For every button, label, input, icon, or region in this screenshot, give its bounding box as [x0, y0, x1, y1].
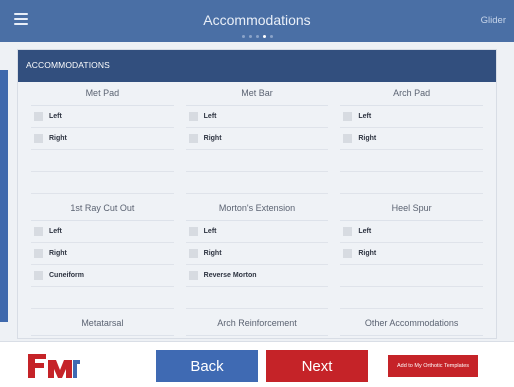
option-row[interactable]: Right	[31, 243, 174, 265]
option-label: Right	[203, 135, 222, 142]
checkbox-icon[interactable]	[188, 134, 198, 143]
panel-title: ACCOMMODATIONS	[18, 50, 496, 82]
column-title: Met Pad	[31, 82, 174, 106]
checkbox-icon[interactable]	[343, 249, 353, 258]
checkbox-icon[interactable]	[188, 271, 198, 280]
option-label: Right	[203, 250, 222, 257]
column-title: Metatarsal	[31, 312, 174, 336]
accommodation-section: Met Pad Left Right Met Bar Left Right Arch Pad…	[18, 82, 496, 194]
checkbox-icon[interactable]	[34, 112, 43, 121]
next-button[interactable]: Next	[266, 350, 368, 382]
accommodation-column: Metatarsal	[31, 312, 174, 336]
option-label: Left	[49, 228, 62, 235]
option-label: Left	[358, 113, 372, 120]
checkbox-icon[interactable]	[34, 249, 43, 258]
column-title: 1st Ray Cut Out	[31, 197, 174, 221]
glider-link[interactable]: Glider	[481, 15, 506, 26]
empty-row	[31, 287, 174, 309]
option-row[interactable]: Left	[340, 106, 483, 128]
empty-row	[340, 172, 483, 194]
accommodation-section: 1st Ray Cut Out Left Right Cuneiform Morton'…	[18, 197, 496, 309]
back-button[interactable]: Back	[156, 350, 258, 382]
accommodation-sections: Met Pad Left Right Met Bar Left Right Arch Pad…	[18, 82, 496, 336]
empty-row	[340, 287, 483, 309]
option-row[interactable]: Right	[185, 243, 329, 265]
empty-row	[340, 150, 483, 172]
empty-row	[185, 150, 329, 172]
page-indicator	[0, 35, 514, 38]
checkbox-icon[interactable]	[343, 112, 353, 121]
option-label: Left	[49, 113, 62, 120]
option-label: Left	[358, 228, 372, 235]
accommodation-column: Met Bar Left Right	[185, 82, 329, 194]
side-drawer-edge[interactable]	[0, 70, 8, 322]
column-title: Arch Pad	[340, 82, 483, 106]
accommodation-column: Arch Reinforcement	[185, 312, 329, 336]
accommodations-panel: ACCOMMODATIONS Met Pad Left Right Met Bar Le…	[17, 49, 497, 339]
empty-row	[185, 287, 329, 309]
option-row[interactable]: Left	[340, 221, 483, 243]
option-label: Reverse Morton	[203, 272, 257, 279]
option-label: Cuneiform	[49, 272, 84, 279]
accommodation-section: Metatarsal Arch Reinforcement Other Accomm…	[18, 312, 496, 336]
option-row[interactable]: Cuneiform	[31, 265, 174, 287]
page-title: Accommodations	[203, 12, 311, 28]
option-label: Right	[49, 250, 67, 257]
empty-row	[31, 172, 174, 194]
option-row[interactable]: Left	[31, 106, 174, 128]
option-row[interactable]: Right	[31, 128, 174, 150]
option-row[interactable]: Left	[31, 221, 174, 243]
checkbox-icon[interactable]	[34, 227, 43, 236]
checkbox-icon[interactable]	[343, 134, 353, 143]
option-row[interactable]: Reverse Morton	[185, 265, 329, 287]
accommodation-column: Other Accommodations	[340, 312, 483, 336]
option-row[interactable]: Left	[185, 221, 329, 243]
option-row[interactable]: Right	[340, 128, 483, 150]
column-title: Other Accommodations	[340, 312, 483, 336]
option-label: Left	[203, 228, 217, 235]
empty-row	[31, 150, 174, 172]
option-label: Right	[49, 135, 67, 142]
empty-row	[185, 172, 329, 194]
top-bar: Accommodations Glider	[0, 0, 514, 42]
accommodation-column: Morton's Extension Left Right Reverse Morto…	[185, 197, 329, 309]
checkbox-icon[interactable]	[343, 227, 353, 236]
option-row[interactable]: Right	[340, 243, 483, 265]
accommodation-column: Arch Pad Left Right	[340, 82, 483, 194]
add-to-templates-button[interactable]: Add to My Orthotic Templates	[388, 355, 478, 377]
option-label: Left	[203, 113, 217, 120]
checkbox-icon[interactable]	[188, 112, 198, 121]
fmr-logo-icon	[28, 354, 80, 378]
accommodation-column: Met Pad Left Right	[31, 82, 174, 194]
column-title: Arch Reinforcement	[185, 312, 329, 336]
checkbox-icon[interactable]	[188, 249, 198, 258]
option-label: Right	[358, 135, 377, 142]
accommodation-column: 1st Ray Cut Out Left Right Cuneiform	[31, 197, 174, 309]
checkbox-icon[interactable]	[34, 134, 43, 143]
column-title: Morton's Extension	[185, 197, 329, 221]
checkbox-icon[interactable]	[188, 227, 198, 236]
empty-row	[340, 265, 483, 287]
footer-bar: Back Next Add to My Orthotic Templates	[0, 341, 514, 387]
option-row[interactable]: Right	[185, 128, 329, 150]
column-title: Heel Spur	[340, 197, 483, 221]
column-title: Met Bar	[185, 82, 329, 106]
option-label: Right	[358, 250, 377, 257]
option-row[interactable]: Left	[185, 106, 329, 128]
checkbox-icon[interactable]	[34, 271, 43, 280]
accommodation-column: Heel Spur Left Right	[340, 197, 483, 309]
